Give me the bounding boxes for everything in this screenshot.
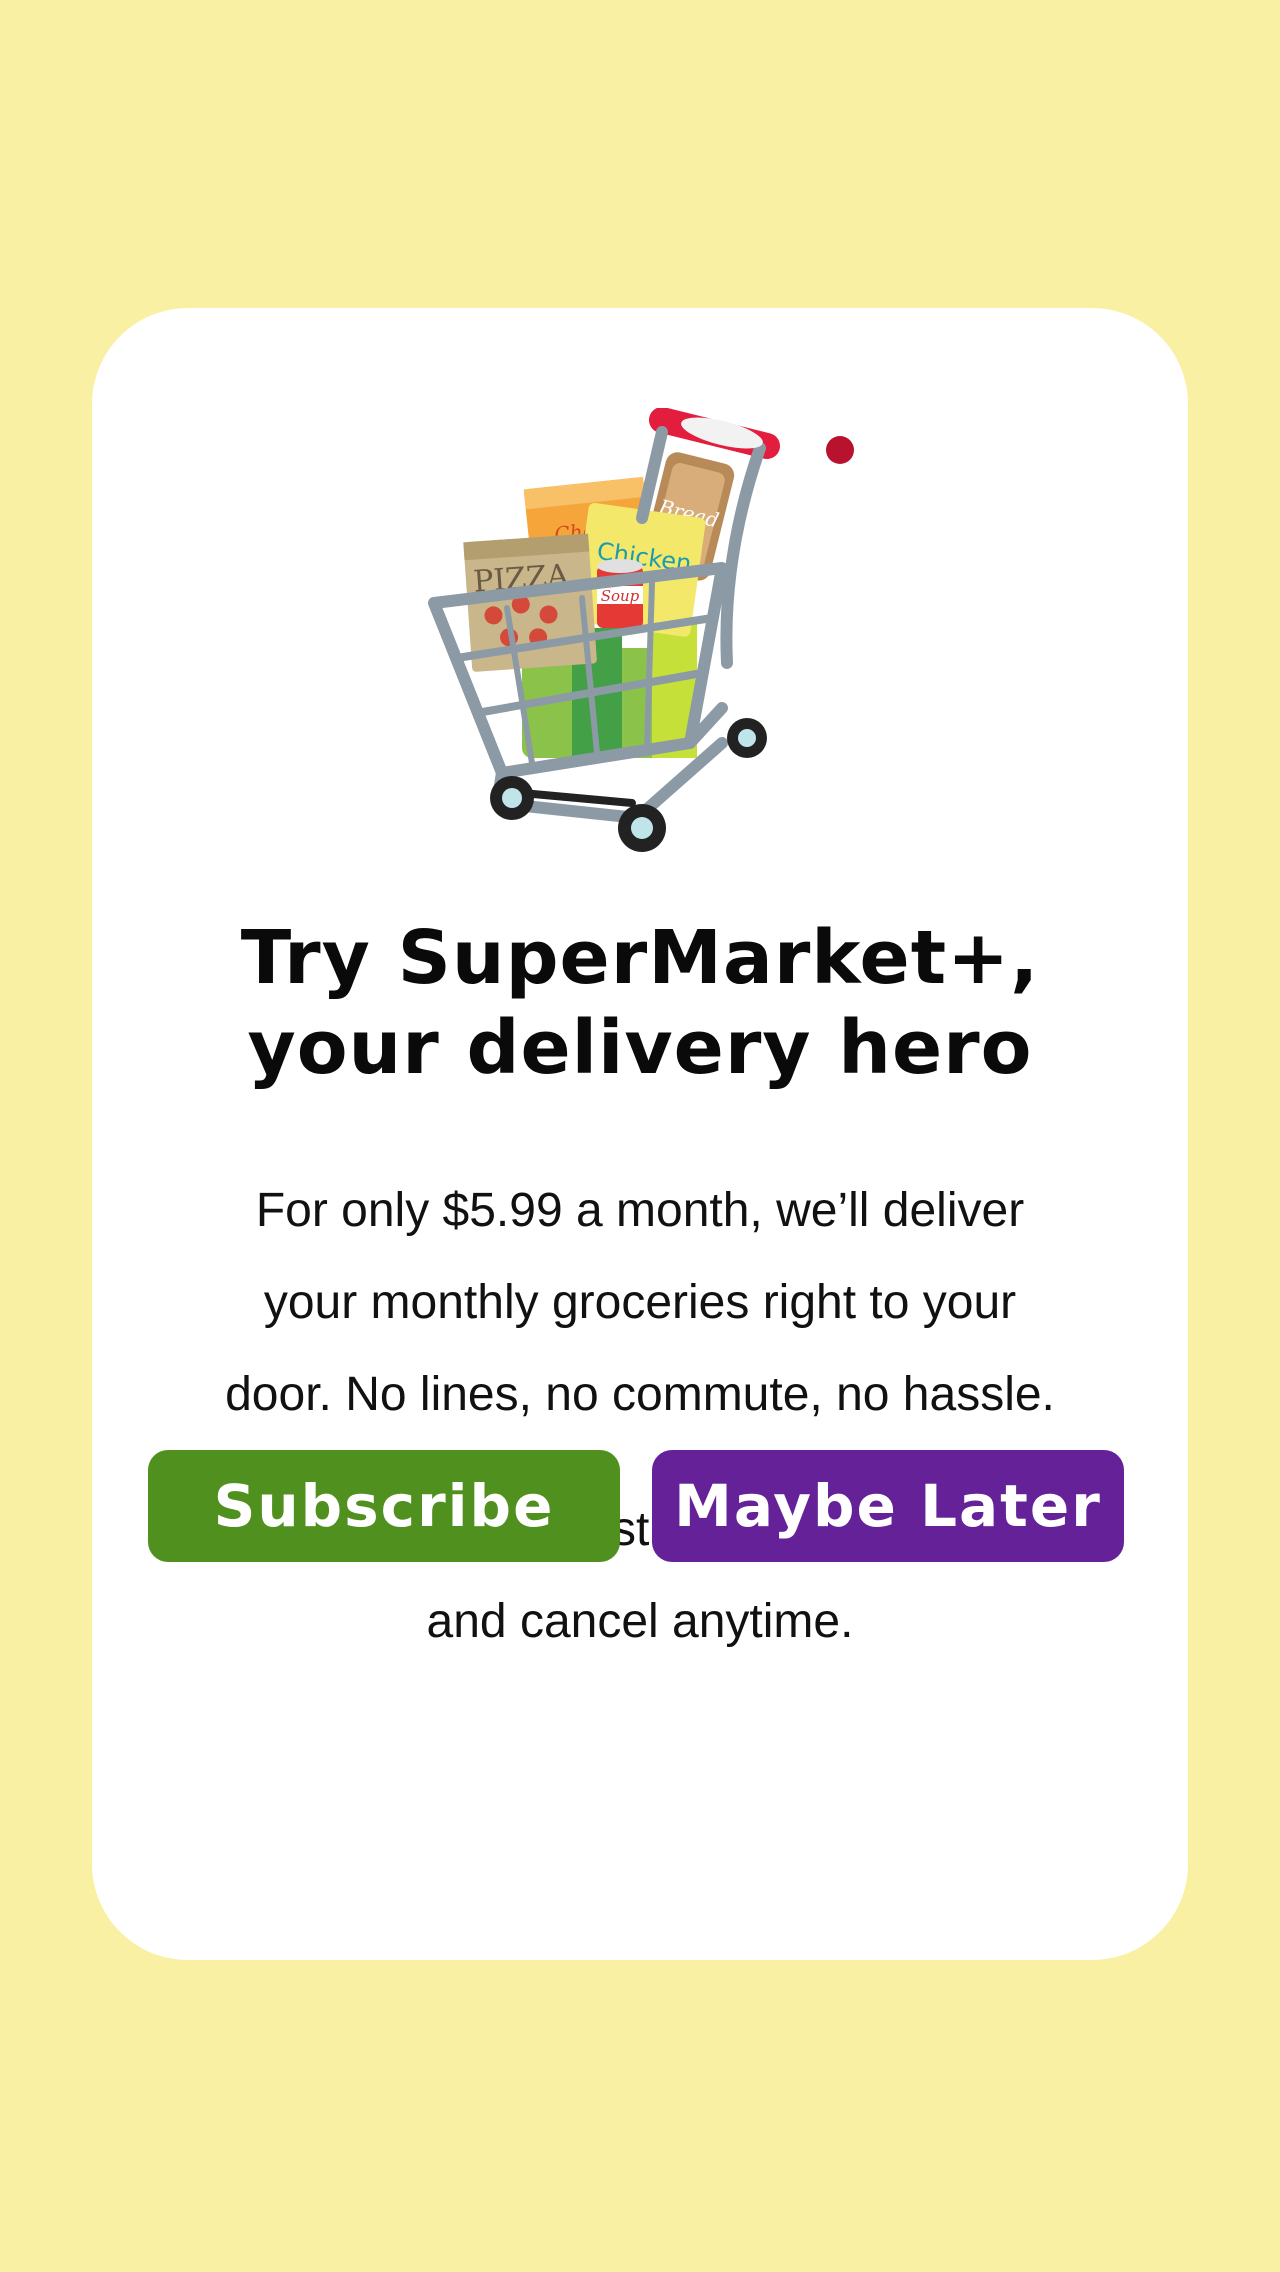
subscription-promo-card: Bread Cheese Chicken PIZZA: [92, 308, 1188, 1960]
promo-title-line-1: Try SuperMarket+,: [240, 915, 1040, 1001]
promo-description-line-2: your monthly groceries right to your: [263, 1276, 1017, 1329]
promo-description-line-1: For only $5.99 a month, we’ll deliver: [255, 1184, 1025, 1237]
promo-title: Try SuperMarket+, your delivery hero: [92, 913, 1188, 1093]
shopping-cart-icon: Bread Cheese Chicken PIZZA: [428, 408, 854, 852]
subscribe-button[interactable]: Subscribe: [148, 1450, 620, 1562]
promo-offer-line-2: and cancel anytime.: [426, 1595, 854, 1648]
maybe-later-button[interactable]: Maybe Later: [652, 1450, 1124, 1562]
promo-description-line-3: door. No lines, no commute, no hassle.: [225, 1368, 1055, 1421]
soup-label: Soup: [601, 587, 640, 605]
promo-description-block: For only $5.99 a month, we’ll deliver yo…: [182, 1165, 1098, 1441]
promo-title-line-2: your delivery hero: [247, 1005, 1033, 1091]
